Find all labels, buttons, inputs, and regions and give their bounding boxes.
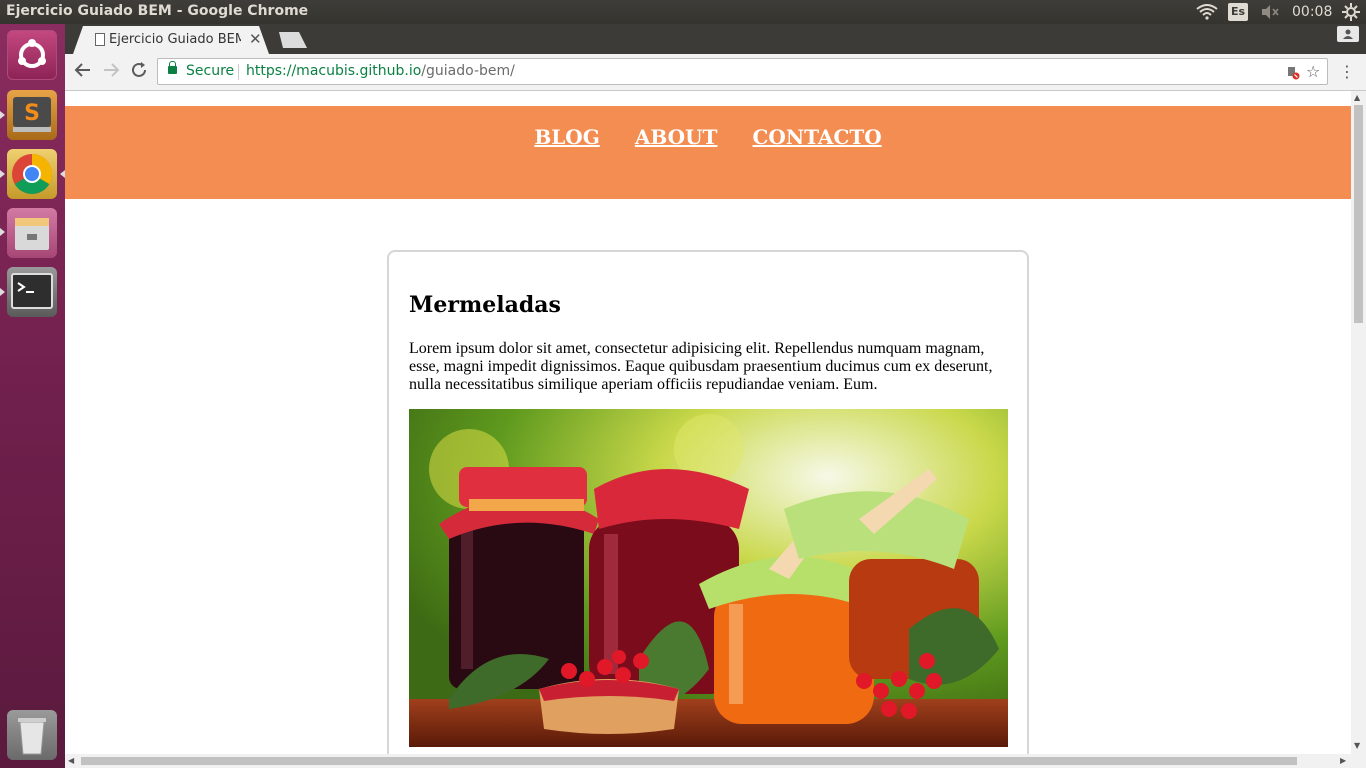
running-indicator	[0, 228, 5, 236]
running-indicator	[0, 111, 5, 119]
secure-label: Secure	[186, 63, 235, 79]
card-title: Mermeladas	[409, 292, 561, 318]
unity-launcher: S	[0, 24, 66, 768]
card-description: Lorem ipsum dolor sit amet, consectetur …	[409, 340, 993, 393]
wifi-icon[interactable]	[1196, 4, 1218, 24]
profile-icon[interactable]	[1337, 26, 1359, 42]
site-header	[65, 106, 1351, 199]
scroll-down-arrow-icon[interactable]: ▼	[1354, 741, 1360, 750]
blocked-content-icon[interactable]	[1286, 65, 1300, 84]
clock[interactable]: 00:08	[1292, 4, 1332, 20]
active-tab[interactable]: Ejercicio Guiado BEM ✕	[73, 26, 269, 54]
url-text[interactable]: https://macubis.github.io/guiado-bem/	[246, 63, 515, 79]
keyboard-layout-indicator[interactable]: Es	[1228, 3, 1248, 21]
lock-icon	[168, 61, 177, 74]
nav-link-contacto[interactable]: CONTACTO	[753, 125, 882, 149]
page-viewport: BLOG ABOUT CONTACTO Mermeladas Lorem ips…	[65, 91, 1351, 754]
forward-arrow-icon[interactable]	[102, 61, 120, 84]
site-nav: BLOG ABOUT CONTACTO	[65, 125, 1351, 149]
scroll-left-arrow-icon[interactable]: ◀	[68, 756, 74, 765]
vertical-scroll-thumb[interactable]	[1354, 105, 1363, 323]
trash-icon[interactable]	[7, 710, 57, 760]
url-path: /guiado-bem/	[421, 63, 515, 79]
system-top-bar: Ejercicio Guiado BEM - Google Chrome Es …	[0, 0, 1366, 24]
separator	[238, 64, 239, 80]
url-host: https://macubis.github.io	[246, 63, 422, 79]
back-arrow-icon[interactable]	[74, 61, 92, 84]
settings-gear-icon[interactable]	[1342, 3, 1360, 25]
terminal-icon[interactable]	[7, 267, 57, 317]
scroll-right-arrow-icon[interactable]: ▶	[1340, 756, 1346, 765]
files-icon[interactable]	[7, 208, 57, 258]
nav-link-blog[interactable]: BLOG	[534, 125, 599, 149]
sublime-text-icon[interactable]: S	[7, 90, 57, 140]
running-indicator	[0, 288, 5, 296]
reload-icon[interactable]	[130, 61, 148, 84]
jam-jars-image	[409, 409, 1008, 747]
close-tab-icon[interactable]: ✕	[249, 30, 262, 48]
scroll-up-arrow-icon[interactable]: ▲	[1354, 93, 1360, 102]
browser-toolbar: Secure https://macubis.github.io/guiado-…	[65, 54, 1366, 91]
tab-strip: Ejercicio Guiado BEM ✕	[65, 24, 1366, 54]
page-icon	[95, 33, 105, 46]
tab-title: Ejercicio Guiado BEM	[109, 32, 241, 47]
address-bar[interactable]: Secure https://macubis.github.io/guiado-…	[157, 58, 1328, 85]
vertical-scrollbar[interactable]: ▲ ▼	[1351, 91, 1366, 754]
horizontal-scrollbar[interactable]: ◀ ▶	[65, 754, 1366, 768]
svg-text:S: S	[24, 101, 40, 126]
bookmark-star-icon[interactable]: ☆	[1306, 62, 1320, 81]
menu-icon[interactable]: ⋮	[1339, 62, 1355, 81]
ubuntu-dash-icon[interactable]	[7, 30, 57, 80]
horizontal-scroll-thumb[interactable]	[81, 757, 1297, 765]
nav-link-about[interactable]: ABOUT	[635, 125, 718, 149]
volume-muted-icon[interactable]	[1260, 4, 1280, 24]
window-title: Ejercicio Guiado BEM - Google Chrome	[6, 3, 309, 19]
chrome-icon[interactable]	[7, 149, 57, 199]
new-tab-button[interactable]	[279, 32, 307, 48]
running-indicator	[0, 170, 5, 178]
product-card: Mermeladas Lorem ipsum dolor sit amet, c…	[387, 250, 1029, 754]
